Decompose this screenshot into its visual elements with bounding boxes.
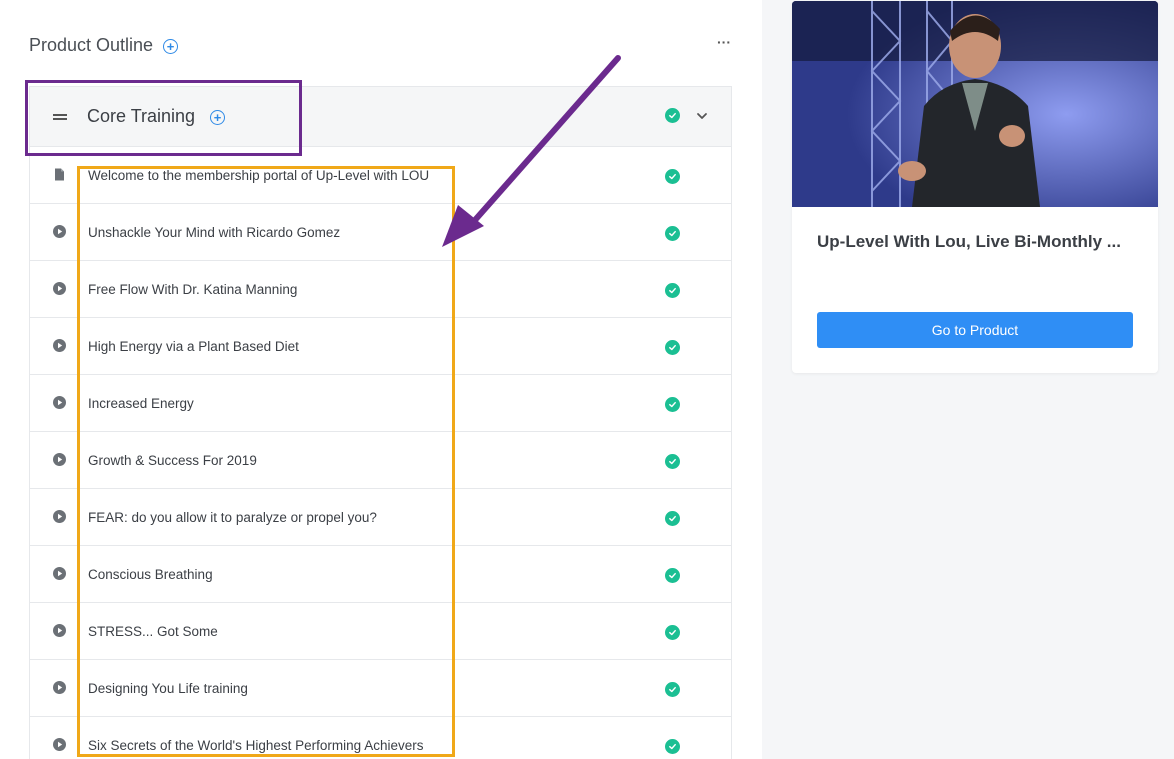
section-core-training: Core Training + Welcome to the membershi… <box>29 86 732 759</box>
go-to-product-button[interactable]: Go to Product <box>817 312 1133 348</box>
lesson-row[interactable]: Designing You Life training <box>30 660 731 717</box>
speaker-photo[interactable] <box>792 1 1158 207</box>
lesson-title[interactable]: Six Secrets of the World's Highest Perfo… <box>88 738 423 753</box>
drag-handle-icon[interactable] <box>53 114 67 120</box>
check-circle-icon <box>665 108 680 123</box>
check-circle-icon <box>665 625 680 640</box>
play-circle-icon <box>53 681 66 694</box>
play-circle-icon <box>53 510 66 523</box>
outline-header: Product Outline + ··· <box>29 30 731 60</box>
lesson-title[interactable]: Unshackle Your Mind with Ricardo Gomez <box>88 225 340 240</box>
document-icon <box>53 168 66 181</box>
ellipsis-icon[interactable]: ··· <box>717 34 731 50</box>
lesson-row[interactable]: STRESS... Got Some <box>30 603 731 660</box>
plus-circle-icon[interactable]: + <box>210 110 225 125</box>
lesson-row[interactable]: Unshackle Your Mind with Ricardo Gomez <box>30 204 731 261</box>
lesson-row[interactable]: Free Flow With Dr. Katina Manning <box>30 261 731 318</box>
lesson-row[interactable]: Conscious Breathing <box>30 546 731 603</box>
chevron-down-icon[interactable] <box>696 109 708 127</box>
play-circle-icon <box>53 282 66 295</box>
plus-circle-icon[interactable]: + <box>163 39 179 54</box>
check-circle-icon <box>665 283 680 298</box>
check-circle-icon <box>665 169 680 184</box>
lesson-title[interactable]: FEAR: do you allow it to paralyze or pro… <box>88 510 377 525</box>
check-circle-icon <box>665 682 680 697</box>
lesson-title[interactable]: Growth & Success For 2019 <box>88 453 257 468</box>
play-circle-icon <box>53 738 66 751</box>
check-circle-icon <box>665 340 680 355</box>
page-title: Product Outline <box>29 34 154 55</box>
play-circle-icon <box>53 567 66 580</box>
lesson-row[interactable]: Six Secrets of the World's Highest Perfo… <box>30 717 731 759</box>
check-circle-icon <box>665 739 680 754</box>
lesson-title[interactable]: Welcome to the membership portal of Up-L… <box>88 168 429 183</box>
product-outline-panel: Product Outline + ··· Core Training + We… <box>0 0 762 759</box>
lesson-row[interactable]: High Energy via a Plant Based Diet <box>30 318 731 375</box>
lesson-row[interactable]: Growth & Success For 2019 <box>30 432 731 489</box>
play-circle-icon <box>53 225 66 238</box>
lesson-title[interactable]: Free Flow With Dr. Katina Manning <box>88 282 297 297</box>
play-circle-icon <box>53 396 66 409</box>
lesson-title[interactable]: Designing You Life training <box>88 681 248 696</box>
lesson-title[interactable]: STRESS... Got Some <box>88 624 218 639</box>
lesson-list: Welcome to the membership portal of Up-L… <box>30 147 731 759</box>
play-circle-icon <box>53 624 66 637</box>
check-circle-icon <box>665 511 680 526</box>
check-circle-icon <box>665 454 680 469</box>
lesson-title[interactable]: High Energy via a Plant Based Diet <box>88 339 299 354</box>
check-circle-icon <box>665 397 680 412</box>
lesson-title[interactable]: Conscious Breathing <box>88 567 213 582</box>
section-header[interactable]: Core Training + <box>30 87 731 147</box>
lesson-row[interactable]: FEAR: do you allow it to paralyze or pro… <box>30 489 731 546</box>
play-circle-icon <box>53 453 66 466</box>
lesson-row[interactable]: Increased Energy <box>30 375 731 432</box>
product-title: Up-Level With Lou, Live Bi-Monthly ... <box>817 232 1121 251</box>
product-card: Up-Level With Lou, Live Bi-Monthly ... G… <box>792 1 1158 373</box>
play-circle-icon <box>53 339 66 352</box>
lesson-title[interactable]: Increased Energy <box>88 396 194 411</box>
check-circle-icon <box>665 226 680 241</box>
lesson-row[interactable]: Welcome to the membership portal of Up-L… <box>30 147 731 204</box>
check-circle-icon <box>665 568 680 583</box>
section-title: Core Training <box>87 106 196 126</box>
